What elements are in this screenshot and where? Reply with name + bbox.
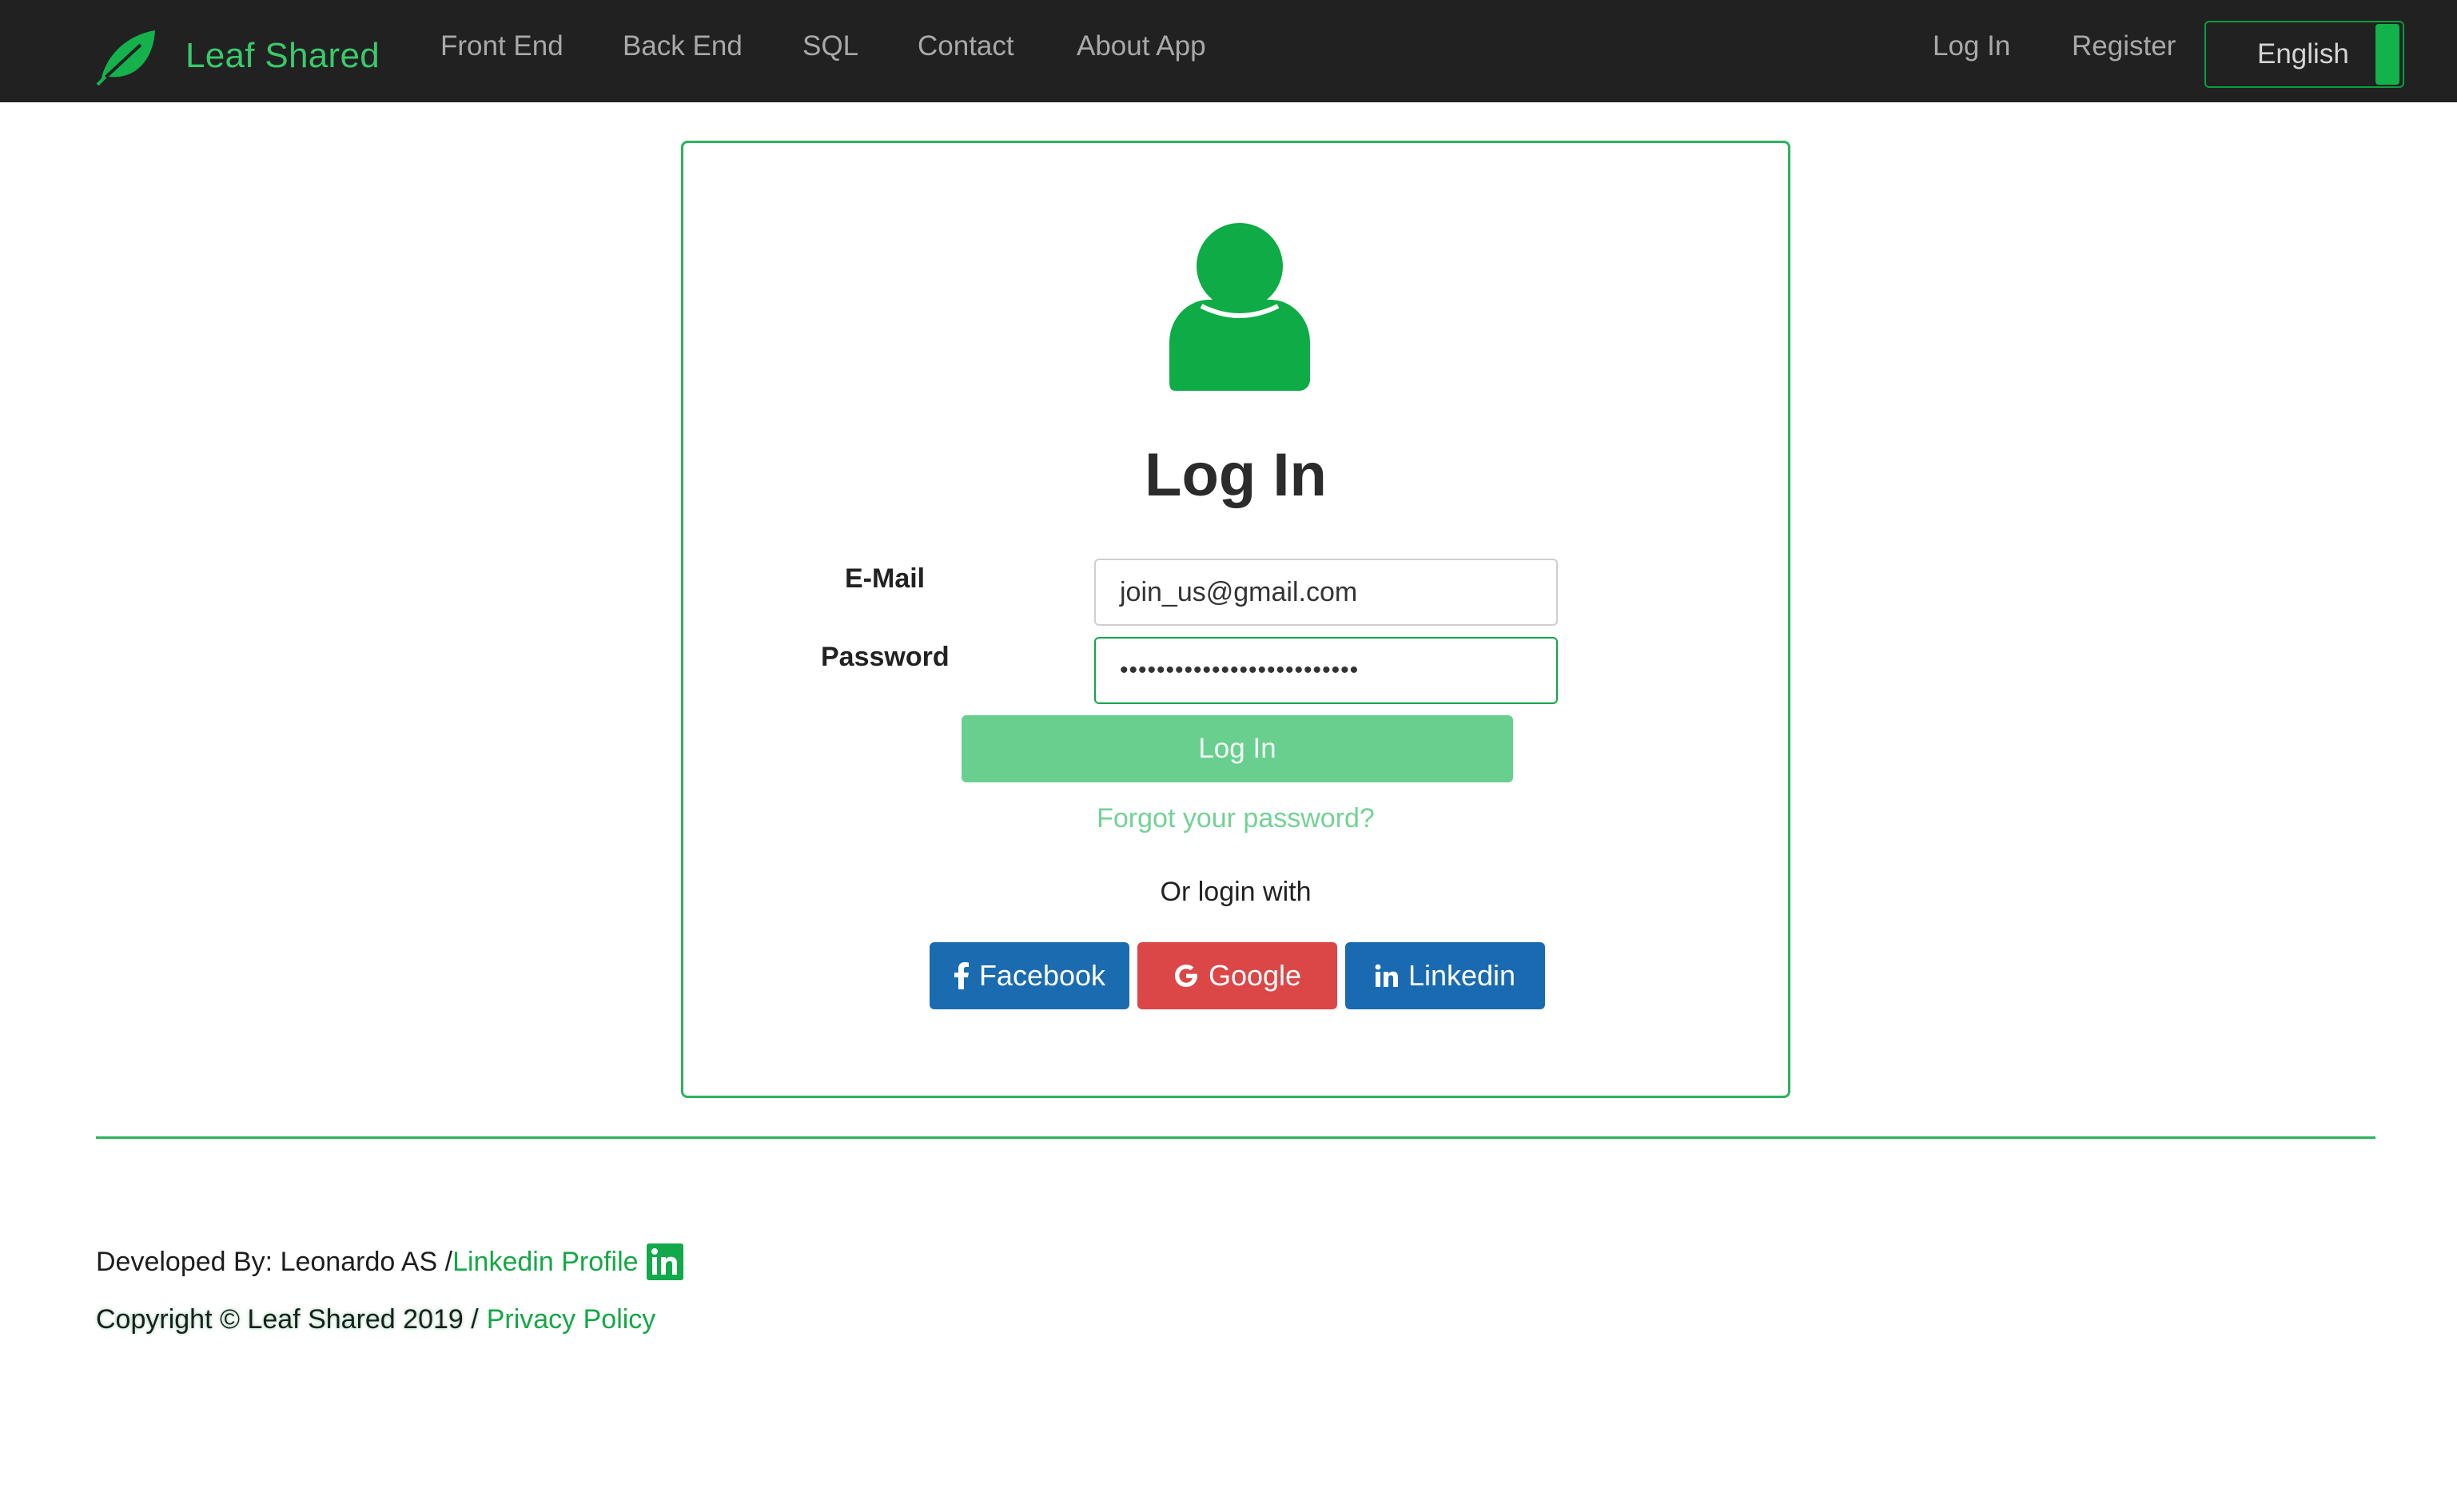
leaf-icon [96, 30, 155, 86]
developed-by-text: Developed By: Leonardo AS / [96, 1246, 453, 1277]
nav-register[interactable]: Register [2072, 30, 2176, 62]
google-icon [1174, 965, 1197, 987]
brand[interactable]: Leaf Shared [94, 24, 380, 88]
nav-sql[interactable]: SQL [802, 30, 858, 62]
language-value: English [2257, 38, 2349, 70]
nav-back-end[interactable]: Back End [623, 30, 743, 62]
copyright-line: Copyright © Leaf Shared 2019 / Privacy P… [96, 1304, 655, 1335]
login-card: Log In E-Mail join_us@gmail.com Password… [681, 141, 1790, 1098]
facebook-label: Facebook [978, 959, 1106, 992]
nav-about-app[interactable]: About App [1077, 30, 1206, 62]
google-label: Google [1208, 959, 1302, 992]
footer-divider [96, 1136, 2375, 1139]
email-field[interactable]: join_us@gmail.com [1094, 559, 1558, 626]
language-dropdown-handle[interactable] [2375, 24, 2399, 85]
developer-credit: Developed By: Leonardo AS / Linkedin Pro… [96, 1243, 683, 1280]
nav-log-in[interactable]: Log In [1933, 30, 2010, 62]
forgot-password-link[interactable]: Forgot your password? [683, 803, 1788, 834]
linkedin-badge-icon[interactable] [646, 1243, 683, 1280]
google-login-button[interactable]: Google [1137, 942, 1337, 1009]
linkedin-profile-link[interactable]: Linkedin Profile [452, 1247, 638, 1278]
facebook-icon [954, 962, 969, 989]
nav-front-end[interactable]: Front End [440, 30, 563, 62]
brand-name[interactable]: Leaf Shared [185, 36, 380, 76]
linkedin-icon [1375, 964, 1398, 987]
nav-contact[interactable]: Contact [918, 30, 1014, 62]
user-icon [1169, 223, 1310, 391]
password-label: Password [821, 642, 950, 672]
linkedin-label: Linkedin [1408, 959, 1516, 992]
facebook-login-button[interactable]: Facebook [930, 942, 1129, 1009]
language-select[interactable]: English [2204, 21, 2404, 88]
login-button[interactable]: Log In [962, 715, 1513, 782]
linkedin-login-button[interactable]: Linkedin [1345, 942, 1545, 1009]
login-title: Log In [1145, 441, 1327, 509]
copyright-text: Copyright © Leaf Shared 2019 / [96, 1304, 479, 1335]
or-login-with-text: Or login with [1160, 877, 1312, 907]
password-field[interactable]: •••••••••••••••••••••••••• [1094, 637, 1558, 704]
privacy-policy-link[interactable]: Privacy Policy [487, 1304, 656, 1335]
email-label: E-Mail [845, 563, 926, 594]
navbar: Leaf Shared Front End Back End SQL Conta… [0, 0, 2457, 102]
